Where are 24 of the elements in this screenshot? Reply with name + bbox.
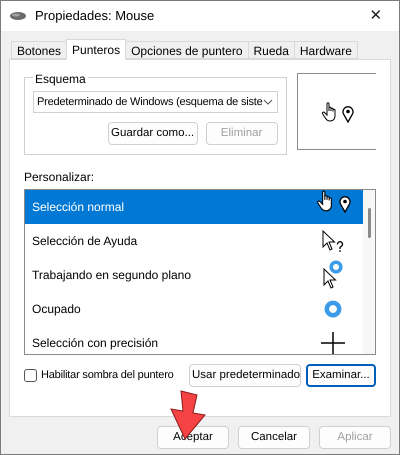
cursor-name: Trabajando en segundo plano	[32, 267, 192, 284]
cursor-list-item[interactable]: Selección de Ayuda	[25, 224, 363, 258]
dialog-button[interactable]: Examinar...	[306, 364, 376, 387]
tab[interactable]: Punteros	[66, 39, 126, 60]
customize-label: Personalizar:	[24, 169, 96, 186]
cursor-list-item[interactable]: Trabajando en segundo plano	[25, 258, 363, 292]
dialog-button[interactable]: Cancelar	[238, 426, 310, 449]
cursor-list-item[interactable]: Ocupado	[25, 292, 363, 326]
checkbox-label: Habilitar sombra del puntero	[41, 368, 174, 384]
scheme-dropdown[interactable]: Predeterminado de Windows (esquema de siste	[33, 91, 278, 113]
close-button[interactable]: ✕	[361, 4, 391, 28]
tab[interactable]: Botones	[11, 41, 68, 59]
cursor-name: Selección normal	[32, 199, 126, 216]
window-title: Propiedades: Mouse	[35, 7, 156, 26]
tab[interactable]: Hardware	[294, 41, 358, 59]
cursor-list-item[interactable]: Selección con precisión	[25, 326, 363, 354]
cursor-list-item[interactable]: Selección normal	[25, 190, 363, 224]
tab[interactable]: Opciones de puntero	[125, 41, 248, 59]
cursor-name: Selección con precisión	[32, 335, 160, 352]
tab[interactable]: Rueda	[248, 41, 295, 59]
dialog-button[interactable]: Usar predeterminado	[189, 364, 301, 387]
cursor-name: Selección de Ayuda	[32, 233, 138, 250]
cursor-name: Ocupado	[32, 301, 82, 318]
dialog-button[interactable]: Guardar como...	[108, 122, 198, 145]
